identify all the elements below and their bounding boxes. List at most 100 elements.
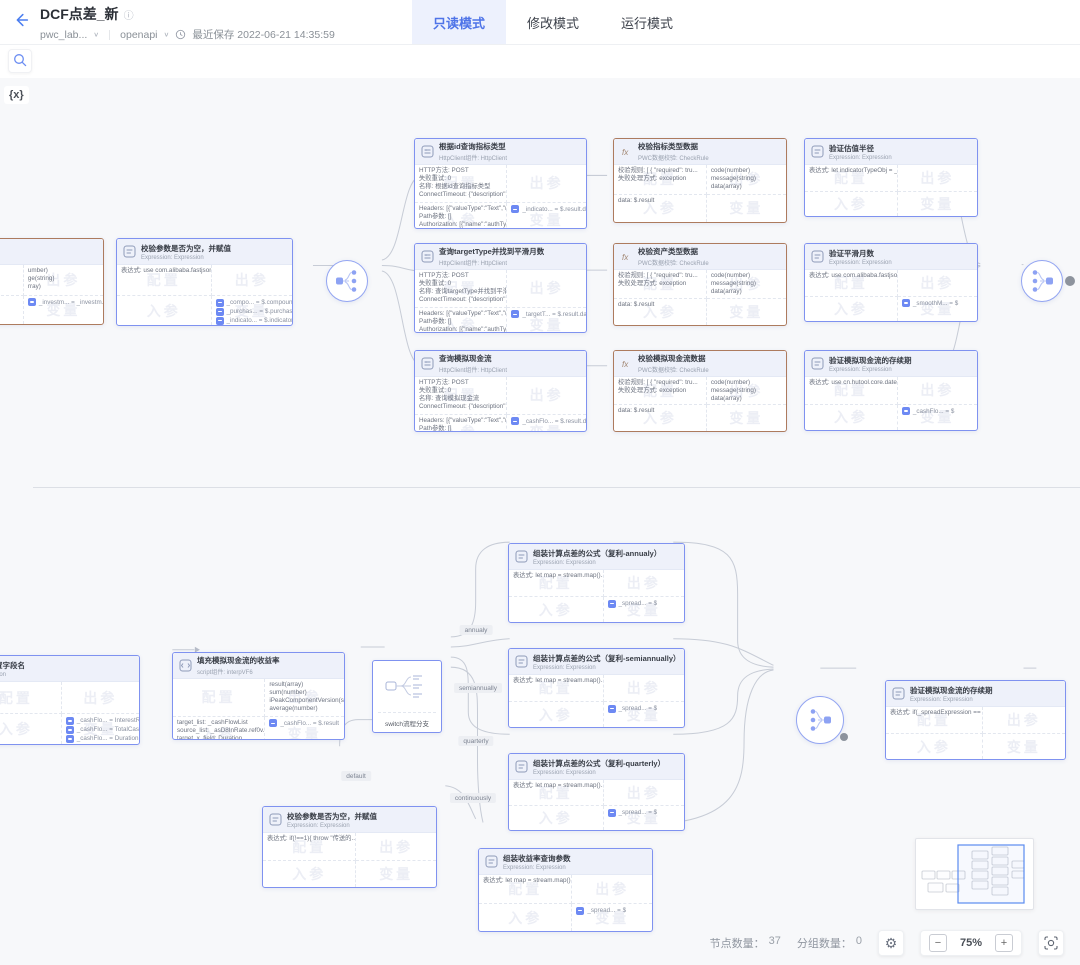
node-header: 组装收益率查询参数 Expression: Expression [479, 849, 652, 875]
node-count: 节点数量：37 [710, 935, 781, 951]
tab-mode-1[interactable]: 修改模式 [506, 0, 600, 44]
flow-node-http-indicator[interactable]: 根据id查询指标类型 HttpClient组件: HttpClient 配置HT… [414, 138, 587, 229]
watermark-label: 入参 [805, 297, 897, 321]
last-saved-text: 最近保存 2022-06-21 14:35:59 [192, 27, 334, 42]
node-subtitle: Expression: Expression [503, 865, 571, 871]
node-title: 校验指标类型数据 [638, 141, 709, 152]
node-config-line: data(array) [711, 288, 782, 296]
variable-row: _smoothM... = $ [902, 299, 973, 308]
zoom-control: − 75% + [920, 930, 1022, 956]
node-cell-br: 变量 [707, 299, 786, 325]
flow-canvas[interactable]: {x} fx 配置出参umber)ge(string)rray)入参变量_inv… [0, 78, 1080, 965]
node-subtitle: Expression: Expression [533, 770, 665, 776]
node-cell-tr: 出参code(number)message(string)data(array) [707, 270, 786, 299]
variable-row: _cashFlo... = $.result [269, 719, 340, 728]
node-title: 根据id查询指标类型 [439, 141, 507, 152]
node-config-line: umber) [28, 267, 99, 275]
node-cell-tl: 配置表达式: use cn.hutool.core.date... [805, 377, 898, 405]
zoom-out-button[interactable]: − [929, 934, 947, 952]
watermark-label: 出参 [898, 165, 977, 191]
node-config-line: data(array) [711, 395, 782, 403]
node-config-line: 失败处理方式: exception [618, 175, 702, 183]
variable-row: _cashFlo... = TotalCashF... [66, 725, 135, 734]
branch-icon [1027, 266, 1057, 296]
flow-node-switch-branch[interactable]: switch流程分支 [372, 660, 442, 733]
minimap[interactable] [915, 838, 1034, 910]
flow-node-verify-radius[interactable]: 验证估值半径 Expression: Expression 配置表达式: let… [804, 138, 978, 217]
variable-row: _purchas... = $.purchase... [216, 307, 289, 316]
node-config-line: HTTP方法: POST [419, 379, 502, 387]
node-cell-br: 变量_cashFlo... = InterestRate_cashFlo... … [62, 714, 139, 744]
node-cell-tr: 出参umber)ge(string)rray) [24, 265, 103, 296]
flow-node-formula-annualy[interactable]: 组装计算点差的公式（复利-annualy） Expression: Expres… [508, 543, 685, 623]
switch-label: switch流程分支 [378, 712, 436, 728]
arrow-left-icon [11, 18, 31, 33]
watermark-label: 入参 [0, 714, 61, 744]
flow-node-formula-quarterly[interactable]: 组装计算点差的公式（复利-quarterly） Expression: Expr… [508, 753, 685, 831]
node-cell-bl: 入参 [805, 297, 898, 321]
flow-node-partial-top-left[interactable]: fx 配置出参umber)ge(string)rray)入参变量_investm… [0, 238, 104, 325]
node-config-line: Rate =... [0, 684, 57, 692]
info-icon[interactable]: ⓘ [124, 7, 134, 22]
httpclient-icon [421, 357, 434, 370]
node-cell-tl: 配置表达式: let map = stream.map()... [509, 780, 604, 806]
flow-node-formula-semiannually[interactable]: 组装计算点差的公式（复利-semiannually） Expression: E… [508, 648, 685, 728]
flow-node-http-targettype[interactable]: 查询targetType并找到平滑月数 HttpClient组件: HttpCl… [414, 243, 587, 333]
flow-node-verify-smooth[interactable]: 验证平滑月数 Expression: Expression 配置表达式: use… [804, 243, 978, 322]
flow-node-assemble-query[interactable]: 组装收益率查询参数 Expression: Expression 配置表达式: … [478, 848, 653, 932]
watermark-label: 入参 [0, 296, 23, 324]
flow-node-check-indicator[interactable]: fx 校验指标类型数据 PWC数据校验: CheckRule 配置校验规则: [… [613, 138, 787, 223]
node-config-line: 名称: 根据id查询指标类型 [419, 183, 502, 191]
node-title: 校验模拟现金流数据 [638, 353, 709, 364]
variable-chip-icon [608, 600, 616, 608]
junction-split-top[interactable] [326, 260, 368, 302]
node-config-line: code(number) [711, 167, 782, 175]
flow-node-verify-duration-bottom[interactable]: 验证模拟现金流的存续期 Expression: Expression 配置表达式… [885, 680, 1066, 760]
variables-panel-button[interactable]: {x} [4, 86, 29, 104]
node-config-line: sum(number) [269, 689, 340, 697]
flow-node-check-params-top[interactable]: 校验参数是否为空，并赋值 Expression: Expression 配置表达… [116, 238, 293, 326]
flow-node-partial-bottom-left[interactable]: 置字段名 sion 配置Rate =...出参入参变量_cashFlo... =… [0, 655, 140, 745]
node-subtitle: PWC数据校验: CheckRule [638, 365, 709, 374]
variable-chip-icon [511, 417, 519, 425]
api-select[interactable]: openapi [120, 29, 157, 41]
node-cell-tl: 配置校验规则: [ { "required": tru...失败处理方式: ex… [614, 270, 707, 299]
settings-button[interactable]: ⚙ [878, 930, 904, 956]
variable-chip-icon [66, 717, 74, 725]
flow-node-verify-duration-top[interactable]: 验证模拟现金流的存续期 Expression: Expression 配置表达式… [804, 350, 978, 431]
node-cell-tr: 出参 [356, 833, 436, 861]
node-cell-br: 变量 [356, 861, 436, 887]
variable-chip-icon [269, 719, 277, 727]
tab-mode-0[interactable]: 只读模式 [412, 0, 506, 44]
title-block: DCF点差_新 ⓘ pwc_lab... ∨ openapi ∨ 最近保存 20… [40, 4, 335, 42]
fit-view-icon [1044, 936, 1058, 950]
zoom-in-button[interactable]: + [995, 934, 1013, 952]
node-cell-bl: 入参Headers: [{"valueType":"Text","n...Pat… [415, 308, 507, 333]
junction-merge-top[interactable] [1021, 260, 1063, 302]
node-header: 组装计算点差的公式（复利-quarterly） Expression: Expr… [509, 754, 684, 780]
node-subtitle: Expression: Expression [141, 255, 231, 261]
node-header: 验证模拟现金流的存续期 Expression: Expression [886, 681, 1065, 707]
node-cell-tr: 出参result(array)sum(number)iPeakComponent… [265, 679, 344, 717]
workspace-select[interactable]: pwc_lab... [40, 29, 87, 41]
flow-node-check-simcashflow[interactable]: fx 校验模拟现金流数据 PWC数据校验: CheckRule 配置校验规则: … [613, 350, 787, 432]
node-cell-bl: 入参data: $.result [614, 405, 707, 431]
fit-view-button[interactable] [1038, 930, 1064, 956]
variable-chip-icon [216, 317, 224, 325]
node-config-line: data: $.result [618, 407, 702, 415]
watermark-label: 出参 [507, 270, 586, 307]
node-cell-br: 变量_cashFlo... = $ [898, 405, 977, 430]
node-subtitle: PWC数据校验: CheckRule [638, 258, 709, 267]
node-subtitle: Expression: Expression [829, 367, 912, 373]
flow-node-http-cashflow[interactable]: 查询模拟现金流 HttpClient组件: HttpClient 配置HTTP方… [414, 350, 587, 432]
flow-node-check-asset[interactable]: fx 校验资产类型数据 PWC数据校验: CheckRule 配置校验规则: [… [613, 243, 787, 326]
tab-mode-2[interactable]: 运行模式 [600, 0, 694, 44]
back-button[interactable] [10, 10, 32, 32]
flow-node-fill-yield[interactable]: 填充模拟现金流的收益率 script组件: interpVF6 配置出参resu… [172, 652, 345, 740]
variable-chip-icon [902, 299, 910, 307]
junction-merge-bottom[interactable] [796, 696, 844, 744]
flow-node-check-params-bottom[interactable]: 校验参数是否为空，并赋值 Expression: Expression 配置表达… [262, 806, 437, 888]
expression-icon [515, 655, 528, 668]
node-cell-br: 变量_investm... = _investm... [24, 296, 103, 324]
search-button[interactable] [8, 49, 32, 73]
